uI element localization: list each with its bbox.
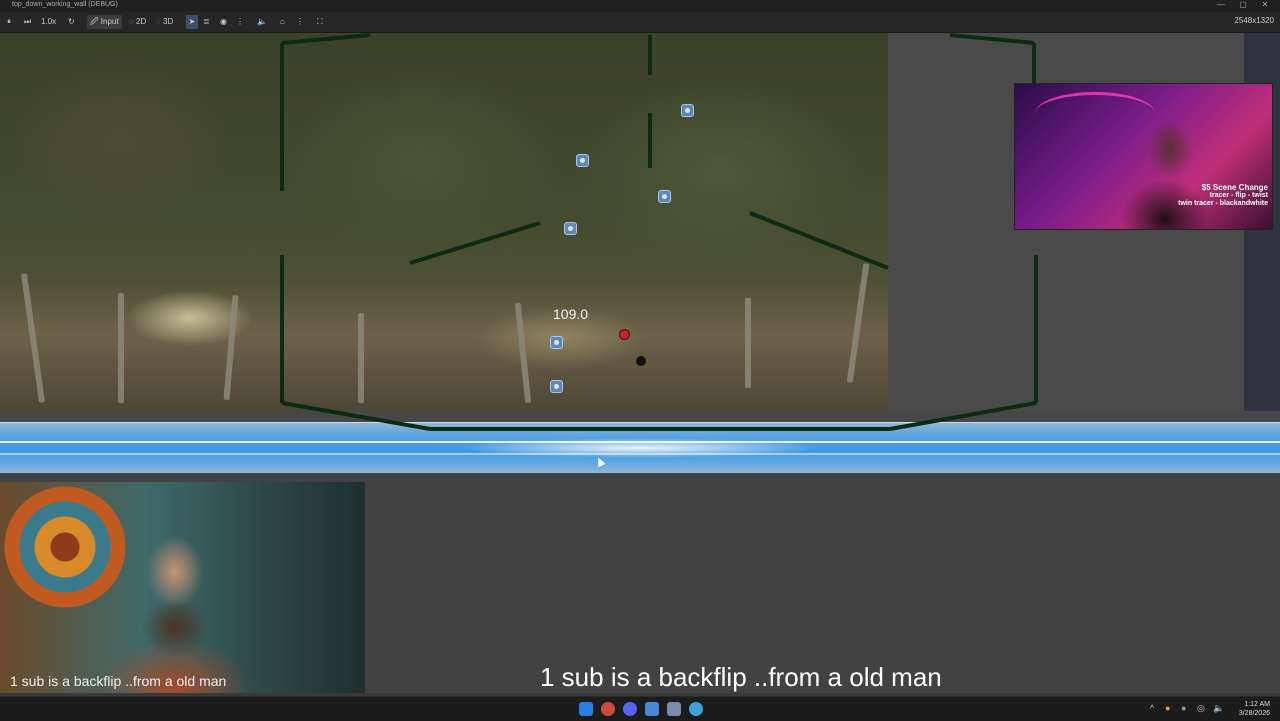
more-options-icon[interactable]: ⋮ xyxy=(236,15,244,29)
godot-node-icon[interactable] xyxy=(550,380,563,393)
audio-icon[interactable]: 🔈 xyxy=(257,15,267,29)
scene-change-overlay: $5 Scene Change tracer - flip - twist tw… xyxy=(1178,184,1268,208)
player-dot xyxy=(636,356,646,366)
wall-line xyxy=(409,221,541,265)
godot-node-icon[interactable] xyxy=(550,336,563,349)
godot-node-icon[interactable] xyxy=(564,222,577,235)
tray-chevron-icon[interactable]: ^ xyxy=(1150,703,1154,713)
mode-2d-label: 2D xyxy=(136,17,147,26)
visibility-icon[interactable]: ◉ xyxy=(220,15,227,29)
fullscreen-icon[interactable]: ⛶ xyxy=(317,15,323,29)
suspend-icon[interactable]: ⏸ xyxy=(7,15,11,29)
mode-2d-button[interactable]: ◌ 2D xyxy=(126,15,149,29)
file-explorer-icon[interactable] xyxy=(645,702,659,716)
tray-app-icon[interactable]: ● xyxy=(1165,703,1170,713)
speaker-icon[interactable]: 🔈 xyxy=(1213,703,1224,714)
camera-options-icon[interactable]: ⋮ xyxy=(296,15,304,29)
next-frame-icon[interactable]: ⏭ xyxy=(24,15,31,29)
overlay-line: $5 Scene Change xyxy=(1201,183,1268,192)
clock-date: 3/28/2026 xyxy=(1238,710,1270,717)
guest-person xyxy=(1110,109,1210,229)
mode-3d-icon: ◌ xyxy=(156,17,161,26)
clock-time: 1:12 AM xyxy=(1244,701,1270,708)
godot-node-icon[interactable] xyxy=(576,154,589,167)
wall-line xyxy=(281,401,431,431)
window-title-bar: top_down_working_wall (DEBUG) — ▢ ✕ xyxy=(0,0,1280,12)
network-icon[interactable]: ◎ xyxy=(1197,703,1205,714)
streamer-person xyxy=(80,517,270,693)
stream-subtitle: 1 sub is a backflip ..from a old man xyxy=(540,662,942,692)
list-select-icon[interactable]: ≣ xyxy=(203,15,210,29)
overlay-line: twin tracer - blackandwhite xyxy=(1178,200,1268,207)
godot-node-icon[interactable] xyxy=(681,104,694,117)
time-scale-button[interactable]: 1.0x xyxy=(38,15,59,29)
reset-speed-icon[interactable]: ↻ xyxy=(68,15,75,29)
godot-node-icon[interactable] xyxy=(658,190,671,203)
minimize-button[interactable]: — xyxy=(1210,0,1232,9)
os-taskbar: ^ ● ● ◎ 🔈 1:12 AM 3/28/2026 xyxy=(0,696,1280,721)
start-menu-icon[interactable] xyxy=(579,702,593,716)
debug-toolbar: ⏸ ⏭ 1.0x ↻ 🖉 Input ◌ 2D ◌ 3D ➤ ≣ ◉ ⋮ 🔈 ⌂… xyxy=(0,12,1280,33)
wall-line xyxy=(889,401,1037,431)
tray-app-icon[interactable]: ● xyxy=(1181,703,1186,713)
editor-icon[interactable] xyxy=(689,702,703,716)
overlay-line: tracer - flip - twist xyxy=(1209,192,1268,199)
guest-webcam: $5 Scene Change tracer - flip - twist tw… xyxy=(1014,83,1273,230)
wall-line xyxy=(949,33,1035,45)
close-button[interactable]: ✕ xyxy=(1254,0,1276,9)
window-title: top_down_working_wall (DEBUG) xyxy=(12,1,118,8)
wall-line xyxy=(281,33,371,45)
browser-icon[interactable] xyxy=(601,702,615,716)
chat-app-icon[interactable] xyxy=(623,702,637,716)
mode-3d-label: 3D xyxy=(163,17,174,26)
camera-icon[interactable]: ⌂ xyxy=(280,15,285,29)
streamer-webcam: 1 sub is a backflip ..from a old man xyxy=(0,482,365,693)
maximize-button[interactable]: ▢ xyxy=(1232,0,1254,9)
webcam-caption: 1 sub is a backflip ..from a old man xyxy=(10,673,227,689)
system-clock[interactable]: 1:12 AM 3/28/2026 xyxy=(1239,700,1270,718)
mode-2d-icon: ◌ xyxy=(129,17,134,26)
wall-line xyxy=(749,211,889,270)
enemy-dot xyxy=(619,329,630,340)
select-tool-icon[interactable]: ➤ xyxy=(186,15,198,29)
mode-3d-button[interactable]: ◌ 3D xyxy=(153,15,176,29)
input-label: Input xyxy=(100,17,119,26)
resolution-readout: 2548x1320 xyxy=(1234,16,1274,25)
godot-engine-icon[interactable] xyxy=(667,702,681,716)
score-label: 109.0 xyxy=(553,306,589,322)
input-toggle-button[interactable]: 🖉 Input xyxy=(87,15,122,29)
